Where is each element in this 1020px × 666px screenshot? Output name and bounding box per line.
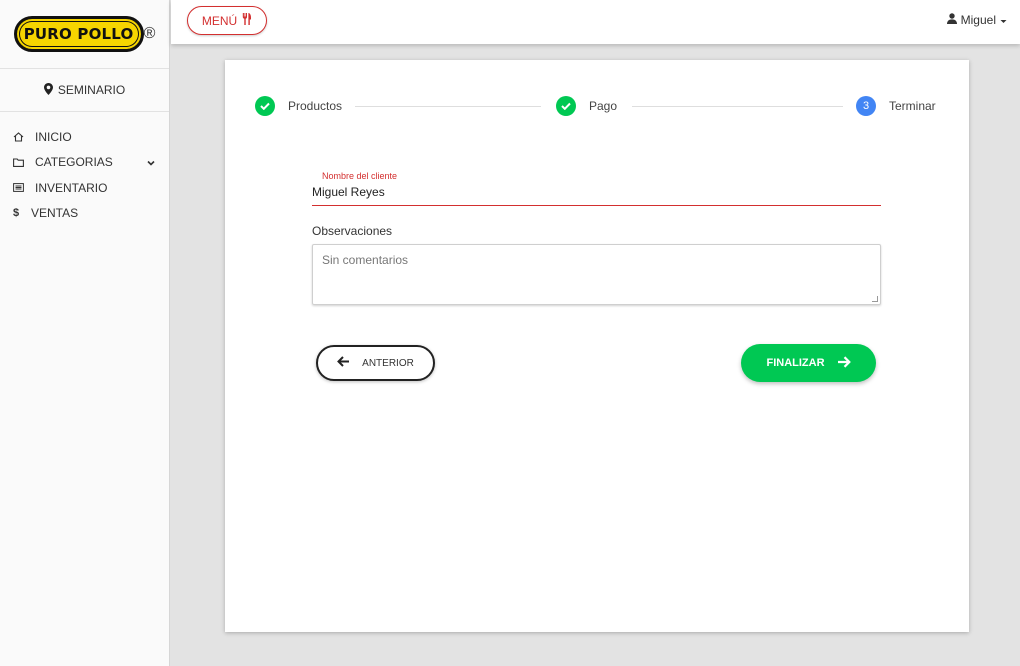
observations-placeholder: Sin comentarios bbox=[322, 253, 409, 267]
user-menu[interactable]: Miguel bbox=[946, 13, 1007, 27]
step-pago[interactable]: Pago bbox=[556, 96, 617, 116]
registered-mark: ® bbox=[143, 25, 156, 42]
utensils-icon bbox=[242, 13, 252, 28]
menu-button[interactable]: MENÚ bbox=[187, 6, 267, 35]
client-name-input[interactable]: Miguel Reyes bbox=[312, 184, 881, 206]
chevron-down-icon[interactable] bbox=[147, 155, 155, 169]
previous-button[interactable]: ANTERIOR bbox=[316, 345, 435, 381]
step-label: Productos bbox=[288, 99, 343, 113]
check-circle-icon bbox=[255, 96, 275, 116]
finish-button[interactable]: FINALIZAR bbox=[741, 344, 876, 382]
check-circle-icon bbox=[556, 96, 576, 116]
step-number-badge: 3 bbox=[856, 96, 876, 116]
sidebar-item-label: INVENTARIO bbox=[35, 180, 108, 195]
step-connector bbox=[632, 106, 843, 107]
arrow-left-icon bbox=[337, 356, 350, 370]
step-productos[interactable]: Productos bbox=[255, 96, 342, 116]
sidebar-item-label: CATEGORIAS bbox=[35, 155, 113, 170]
step-connector bbox=[355, 106, 541, 107]
caret-down-icon bbox=[1000, 13, 1007, 27]
observations-textarea[interactable]: Sin comentarios bbox=[312, 244, 881, 305]
checkout-card: Productos Pago 3 Terminar Nombre del cli… bbox=[225, 60, 969, 632]
stepper: Productos Pago 3 Terminar bbox=[255, 96, 936, 118]
finish-button-label: FINALIZAR bbox=[766, 357, 825, 369]
map-pin-icon bbox=[43, 82, 53, 98]
folder-icon bbox=[13, 158, 31, 167]
logo-area: PURO POLLO ® bbox=[0, 0, 169, 69]
list-icon bbox=[13, 183, 31, 193]
user-icon bbox=[946, 13, 957, 27]
home-icon bbox=[13, 132, 31, 142]
step-terminar[interactable]: 3 Terminar bbox=[856, 96, 936, 116]
previous-button-label: ANTERIOR bbox=[362, 357, 414, 369]
sidebar-item-label: INICIO bbox=[35, 129, 72, 144]
sidebar-item-inicio[interactable]: INICIO bbox=[0, 124, 169, 150]
resize-handle-icon[interactable] bbox=[872, 296, 878, 302]
sidebar-item-label: VENTAS bbox=[31, 206, 79, 221]
sidebar-item-inventario[interactable]: INVENTARIO bbox=[0, 175, 169, 201]
sidebar-nav: INICIO CATEGORIAS INVENTARIO $ VENTAS bbox=[0, 112, 169, 226]
step-label: Terminar bbox=[889, 99, 936, 113]
brand-logo[interactable]: PURO POLLO bbox=[13, 16, 144, 52]
client-name-label: Nombre del cliente bbox=[322, 171, 398, 181]
branch-name: SEMINARIO bbox=[57, 83, 126, 97]
user-name: Miguel bbox=[960, 13, 996, 27]
arrow-right-icon bbox=[837, 355, 851, 371]
dollar-icon: $ bbox=[13, 207, 20, 220]
sidebar-item-categorias[interactable]: CATEGORIAS bbox=[0, 150, 169, 176]
brand-logo-text: PURO POLLO bbox=[23, 25, 134, 43]
top-bar: MENÚ Miguel bbox=[171, 0, 1020, 44]
menu-button-label: MENÚ bbox=[201, 13, 238, 28]
observations-label: Observaciones bbox=[312, 224, 393, 238]
sidebar-item-ventas[interactable]: $ VENTAS bbox=[0, 201, 169, 227]
sidebar: PURO POLLO ® SEMINARIO INICIO CATEGORIAS bbox=[0, 0, 170, 666]
branch-indicator: SEMINARIO bbox=[0, 69, 169, 112]
step-label: Pago bbox=[589, 99, 618, 113]
